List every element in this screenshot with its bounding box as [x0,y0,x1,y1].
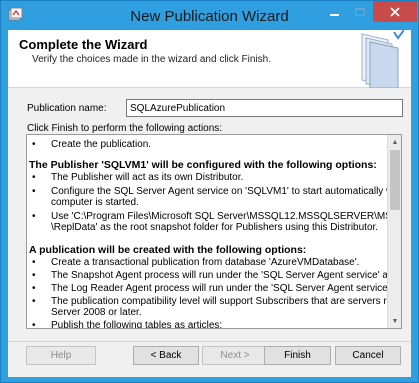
summary-text: computer is started. [51,197,139,208]
summary-text: Use 'C:\Program Files\Microsoft SQL Serv… [51,211,387,222]
bullet: • [32,270,36,281]
publisher-heading: The Publisher 'SQLVM1' will be configure… [29,159,377,171]
summary-text: The publication compatibility level will… [51,296,387,307]
bullet: • [32,139,36,150]
summary-text: Create the publication. [51,139,152,150]
maximize-button [347,1,373,22]
bullet: • [32,257,36,268]
summary-text: Publish the following tables as articles… [51,320,223,328]
bullet: • [32,186,36,197]
bullet: • [32,172,36,183]
vertical-scrollbar[interactable]: ▲ ▼ [387,135,401,328]
next-button[interactable]: Next > [202,346,268,365]
wizard-client-area: Complete the Wizard Verify the choices m… [8,30,411,377]
maximize-icon [355,7,365,16]
minimize-icon [329,13,339,16]
page-title: Complete the Wizard [19,37,148,52]
publication-heading: A publication will be created with the f… [29,244,307,256]
summary-text: Create a transactional publication from … [51,257,360,268]
title-bar[interactable]: New Publication Wizard [1,1,418,30]
wizard-book-icon [361,30,404,88]
bullet: • [32,320,36,328]
back-button[interactable]: < Back [133,346,199,365]
close-button[interactable] [373,1,417,22]
footer-divider [8,341,411,342]
minimize-button[interactable] [321,1,347,22]
summary-content: • Create the publication. The Publisher … [27,135,387,328]
page-subtitle: Verify the choices made in the wizard an… [32,54,271,65]
finish-button[interactable]: Finish [264,346,331,365]
scrollbar-thumb[interactable] [390,150,400,210]
summary-text: The Log Reader Agent process will run un… [51,283,387,294]
bullet: • [32,211,36,222]
bullet: • [32,283,36,294]
help-button[interactable]: Help [26,346,96,365]
publication-name-label: Publication name: [27,103,107,114]
summary-text: The Snapshot Agent process will run unde… [51,270,387,281]
wizard-window: New Publication Wizard Complete the Wiza… [0,0,419,383]
summary-text: Configure the SQL Server Agent service o… [51,186,387,197]
scroll-down-icon[interactable]: ▼ [388,314,401,328]
summary-text: Server 2008 or later. [51,307,142,318]
scroll-up-icon[interactable]: ▲ [388,135,401,149]
summary-text: The Publisher will act as its own Distri… [51,172,244,183]
summary-text: \ReplData' as the root snapshot folder f… [51,222,379,233]
bullet: • [32,296,36,307]
summary-textbox[interactable]: • Create the publication. The Publisher … [26,134,402,329]
close-icon [390,6,400,17]
wizard-header: Complete the Wizard Verify the choices m… [8,30,411,88]
cancel-button[interactable]: Cancel [335,346,401,365]
publication-name-input[interactable] [126,99,403,117]
actions-label: Click Finish to perform the following ac… [27,123,223,134]
